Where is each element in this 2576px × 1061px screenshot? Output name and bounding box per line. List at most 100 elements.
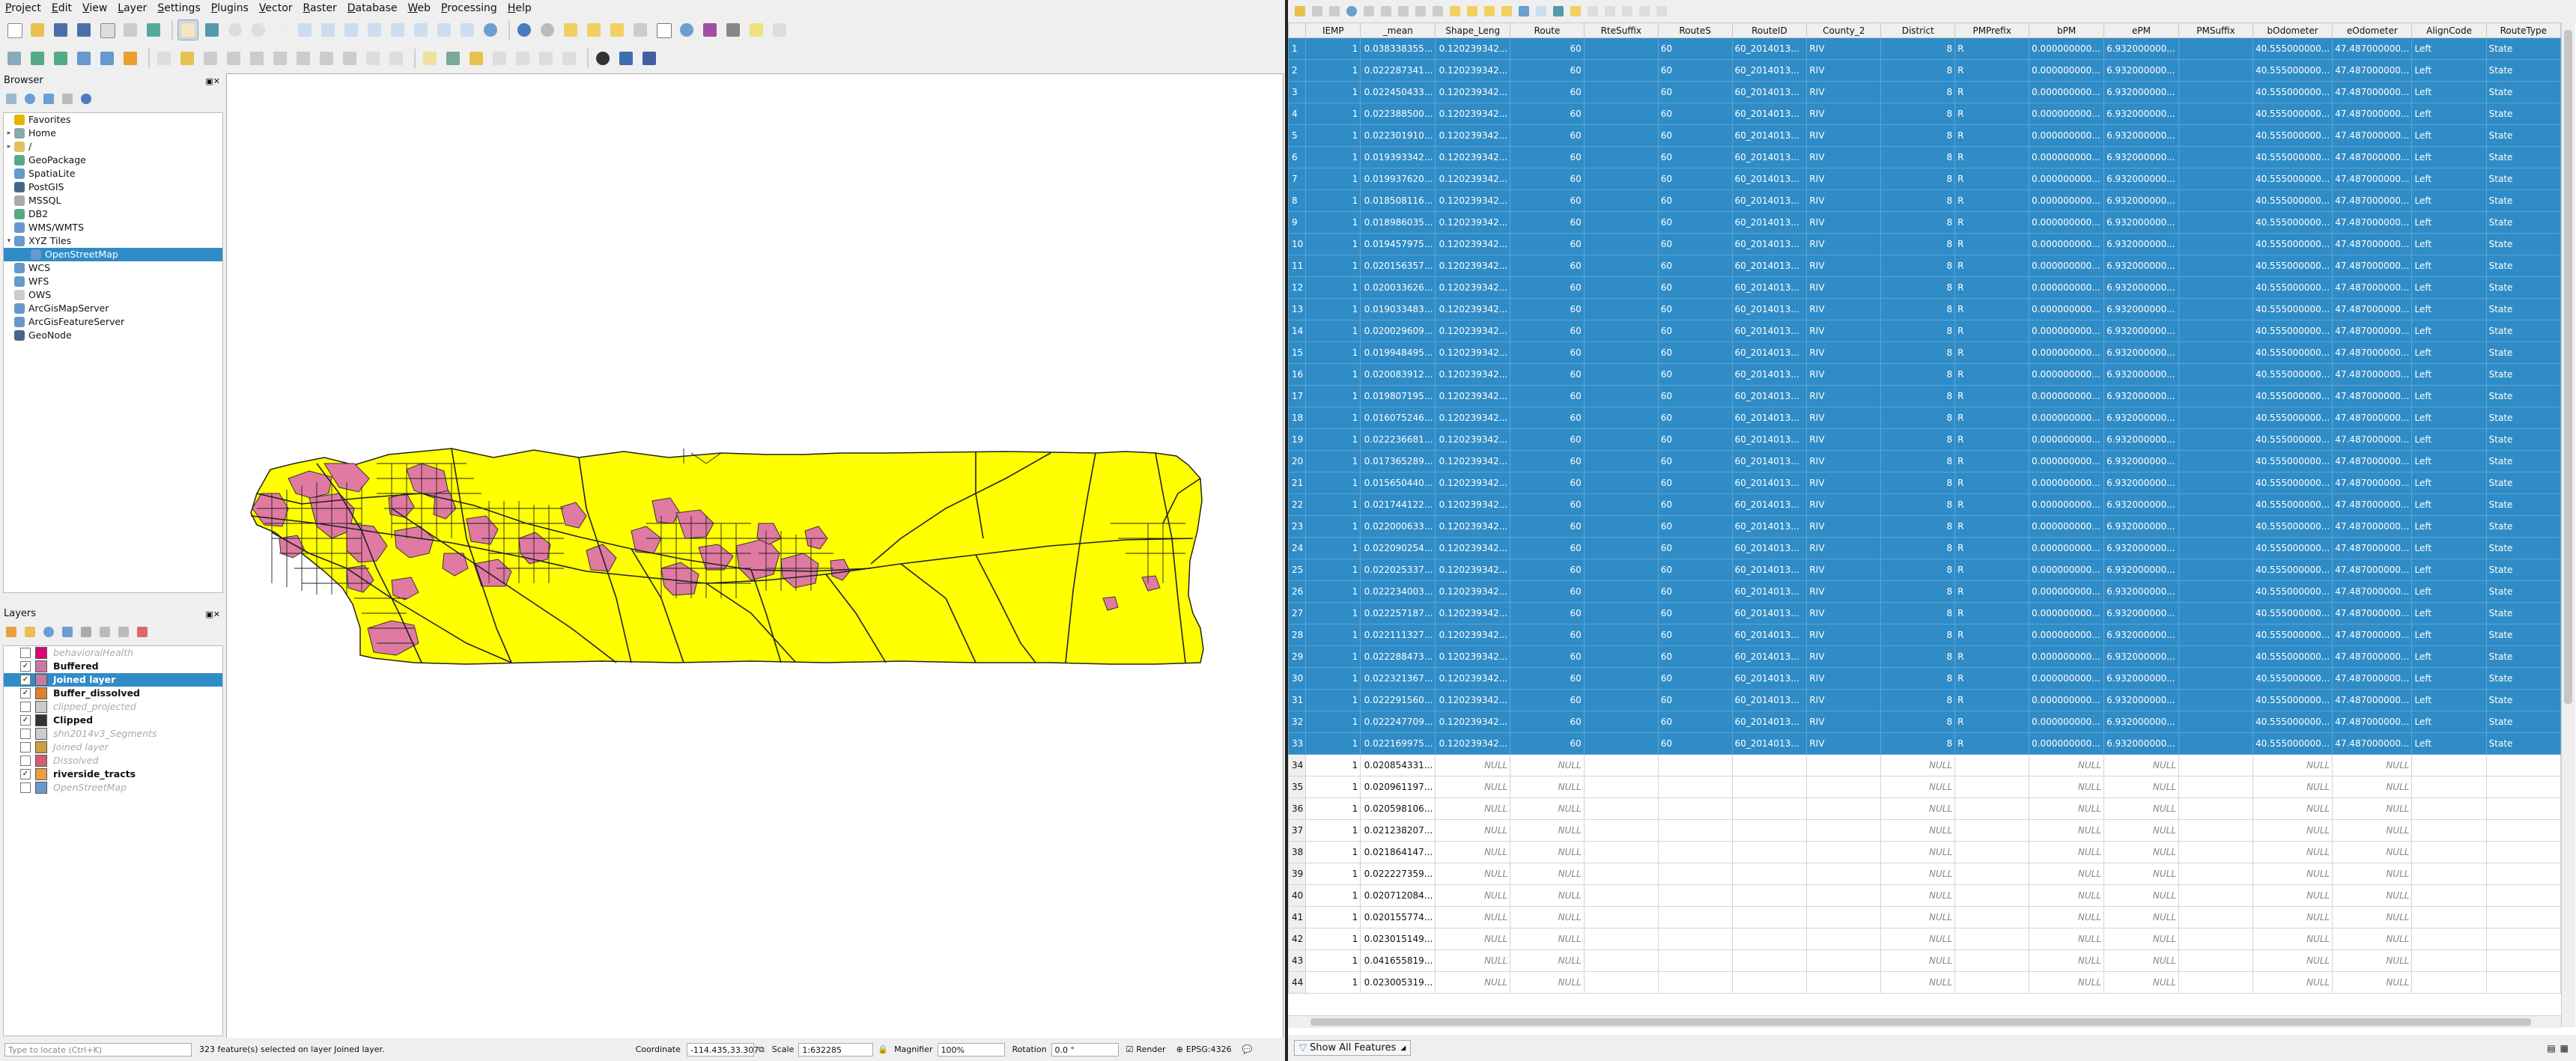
browser-item-favorites[interactable]: Favorites: [4, 113, 222, 127]
table-cell[interactable]: 47.487000000...: [2332, 711, 2413, 733]
table-cell[interactable]: [2411, 754, 2487, 776]
table-cell[interactable]: 8: [1880, 472, 1956, 494]
table-cell[interactable]: 1: [1305, 689, 1361, 711]
table-cell[interactable]: Left: [2411, 189, 2487, 212]
table-cell[interactable]: 60_2014013...: [1731, 298, 1808, 320]
browser-item-geonode[interactable]: GeoNode: [4, 329, 222, 342]
table-cell[interactable]: [2411, 949, 2487, 972]
table-cell[interactable]: NULL: [1880, 906, 1956, 928]
table-cell[interactable]: [2485, 884, 2561, 907]
pin-labels-icon[interactable]: [467, 49, 486, 68]
table-cell[interactable]: 8: [1880, 168, 1956, 190]
table-cell[interactable]: 1: [1305, 363, 1361, 386]
table-cell[interactable]: [2485, 863, 2561, 885]
browser-item-db2[interactable]: DB2: [4, 207, 222, 221]
table-cell[interactable]: 60: [1510, 37, 1585, 60]
table-cell[interactable]: R: [1954, 732, 2030, 755]
table-cell[interactable]: [2411, 797, 2487, 820]
zoom-last-icon[interactable]: [388, 20, 407, 40]
table-cell[interactable]: RIV: [1806, 233, 1882, 255]
table-cell[interactable]: 47.487000000...: [2332, 493, 2413, 516]
table-cell[interactable]: 47.487000000...: [2332, 407, 2413, 429]
table-cell[interactable]: Left: [2411, 732, 2487, 755]
table-cell[interactable]: 0.000000000...: [2029, 580, 2105, 603]
table-cell[interactable]: 1: [1305, 37, 1361, 60]
table-cell[interactable]: Left: [2411, 363, 2487, 386]
table-cell[interactable]: 6.932000000...: [2103, 146, 2180, 168]
conditional-format-icon[interactable]: [1620, 4, 1635, 19]
table-cell[interactable]: 1: [1305, 863, 1361, 885]
table-cell[interactable]: R: [1954, 407, 2030, 429]
table-cell[interactable]: [2411, 884, 2487, 907]
table-cell[interactable]: Left: [2411, 146, 2487, 168]
select-features-icon[interactable]: [561, 20, 580, 40]
table-cell[interactable]: 6.932000000...: [2103, 624, 2180, 646]
layer-visibility-checkbox[interactable]: ✓: [20, 675, 31, 685]
table-cell[interactable]: NULL: [2252, 884, 2333, 907]
table-cell[interactable]: 47.487000000...: [2332, 276, 2413, 299]
table-cell[interactable]: 0.022090254...: [1360, 537, 1436, 559]
table-cell[interactable]: 40.555000000...: [2252, 667, 2333, 690]
table-cell[interactable]: 0.000000000...: [2029, 168, 2105, 190]
table-cell[interactable]: 6.932000000...: [2103, 602, 2180, 624]
locator-input[interactable]: Type to locate (Ctrl+K): [4, 1042, 192, 1057]
table-cell[interactable]: R: [1954, 189, 2030, 212]
deselect-all-icon[interactable]: [1499, 4, 1514, 19]
table-cell[interactable]: 1: [1305, 819, 1361, 842]
table-cell[interactable]: 60: [1657, 59, 1733, 82]
table-cell[interactable]: NULL: [1510, 776, 1585, 798]
table-cell[interactable]: 60: [1657, 667, 1733, 690]
table-cell[interactable]: [1806, 819, 1882, 842]
table-cell[interactable]: 1: [1305, 298, 1361, 320]
table-cell[interactable]: [1731, 863, 1808, 885]
table-cell[interactable]: 47.487000000...: [2332, 559, 2413, 581]
table-row[interactable]: 21 1 0.015650440... 0.120239342... 60 60 60_20…: [1288, 472, 2561, 494]
table-cell[interactable]: 40.555000000...: [2252, 537, 2333, 559]
table-row[interactable]: 8 1 0.018508116... 0.120239342... 60 60 60_201…: [1288, 189, 2561, 212]
table-cell[interactable]: [1657, 754, 1733, 776]
table-cell[interactable]: RIV: [1806, 320, 1882, 342]
table-row[interactable]: 42 1 0.023015149... NULL NULL NULL NULL NULL NUL…: [1288, 928, 2561, 950]
table-cell[interactable]: 0.120239342...: [1435, 472, 1511, 494]
table-cell[interactable]: 60: [1657, 428, 1733, 451]
table-cell[interactable]: 0.000000000...: [2029, 407, 2105, 429]
table-cell[interactable]: RIV: [1806, 515, 1882, 538]
table-cell[interactable]: R: [1954, 103, 2030, 125]
table-cell[interactable]: [2178, 537, 2253, 559]
table-cell[interactable]: 40.555000000...: [2252, 559, 2333, 581]
row-header[interactable]: 10: [1288, 233, 1307, 255]
table-cell[interactable]: 60_2014013...: [1731, 341, 1808, 364]
table-cell[interactable]: [1806, 776, 1882, 798]
table-row[interactable]: 13 1 0.019033483... 0.120239342... 60 60 60_20…: [1288, 298, 2561, 320]
table-cell[interactable]: [1583, 255, 1659, 277]
table-cell[interactable]: 47.487000000...: [2332, 168, 2413, 190]
table-cell[interactable]: 60: [1657, 168, 1733, 190]
undo-icon[interactable]: [363, 49, 383, 68]
table-cell[interactable]: [2178, 146, 2253, 168]
table-cell[interactable]: [2178, 797, 2253, 820]
table-cell[interactable]: [1583, 103, 1659, 125]
table-cell[interactable]: 1: [1305, 233, 1361, 255]
table-cell[interactable]: 1: [1305, 884, 1361, 907]
table-cell[interactable]: [1583, 276, 1659, 299]
actions-attr-icon[interactable]: [1654, 4, 1669, 19]
table-cell[interactable]: [1583, 124, 1659, 147]
table-cell[interactable]: 60: [1510, 211, 1585, 234]
table-cell[interactable]: NULL: [2332, 797, 2413, 820]
table-cell[interactable]: [1731, 797, 1808, 820]
table-cell[interactable]: 60: [1657, 472, 1733, 494]
table-cell[interactable]: 60_2014013...: [1731, 233, 1808, 255]
table-cell[interactable]: Left: [2411, 537, 2487, 559]
row-header[interactable]: 39: [1288, 863, 1307, 885]
table-cell[interactable]: 40.555000000...: [2252, 602, 2333, 624]
expand-arrow-icon[interactable]: ▸: [4, 140, 14, 153]
layer-visibility-checkbox[interactable]: ✓: [20, 661, 31, 672]
table-cell[interactable]: R: [1954, 168, 2030, 190]
row-header[interactable]: 41: [1288, 906, 1307, 928]
table-cell[interactable]: 1: [1305, 732, 1361, 755]
table-cell[interactable]: Left: [2411, 472, 2487, 494]
row-header[interactable]: 29: [1288, 645, 1307, 668]
table-cell[interactable]: 8: [1880, 580, 1956, 603]
table-cell[interactable]: RIV: [1806, 580, 1882, 603]
table-cell[interactable]: [1954, 754, 2030, 776]
